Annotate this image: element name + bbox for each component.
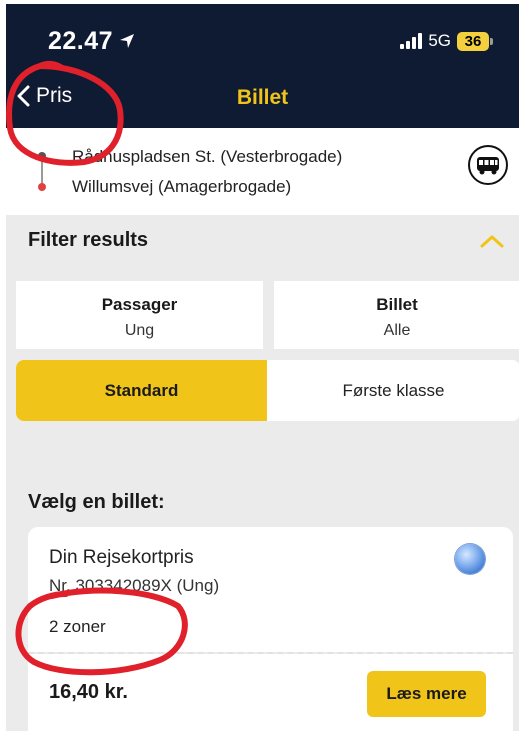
ticket-name: Din Rejsekortpris	[49, 547, 194, 568]
destination-stop: Willumsvej (Amagerbrogade)	[72, 177, 292, 196]
battery-icon: 36	[457, 31, 493, 51]
location-arrow-icon	[120, 34, 135, 48]
bus-mode-button[interactable]	[468, 145, 508, 185]
passenger-filter[interactable]: Passager Ung	[16, 281, 263, 349]
chevron-up-icon[interactable]	[480, 234, 504, 248]
destination-dot	[38, 183, 46, 191]
network-type: 5G	[428, 31, 451, 50]
choose-ticket-title: Vælg en billet:	[28, 491, 165, 513]
class-selector: Standard Første klasse	[16, 360, 519, 421]
passenger-filter-value: Ung	[124, 322, 155, 339]
radio-selected-icon[interactable]	[455, 544, 485, 574]
status-time: 22.47	[48, 27, 135, 56]
ticket-type-filter-value: Alle	[383, 322, 411, 339]
class-first-option[interactable]: Første klasse	[267, 360, 519, 421]
battery-level: 36	[457, 31, 489, 51]
origin-dot	[38, 152, 46, 160]
ticket-type-filter[interactable]: Billet Alle	[274, 281, 519, 349]
ticket-price: 16,40 kr.	[49, 681, 128, 703]
ticket-card-number: Nr. 303342089X (Ung)	[49, 576, 220, 595]
origin-stop: Rådhuspladsen St. (Vesterbrogade)	[72, 147, 343, 166]
passenger-filter-label: Passager	[101, 295, 178, 314]
signal-icon	[400, 33, 423, 49]
app-screen: 22.47 5G 36 Pris Billet Rådhuspladsen St…	[6, 4, 519, 731]
ticket-zones: 2 zoner	[49, 617, 106, 636]
filter-title: Filter results	[28, 229, 149, 251]
route-summary: Rådhuspladsen St. (Vesterbrogade) Willum…	[6, 128, 519, 215]
class-standard-option[interactable]: Standard	[16, 360, 267, 421]
app-header: 22.47 5G 36 Pris Billet	[6, 4, 519, 128]
status-indicators: 5G 36	[400, 31, 493, 51]
ticket-option[interactable]: Din Rejsekortpris Nr. 303342089X (Ung) 2…	[28, 527, 513, 652]
bus-icon	[477, 157, 499, 175]
read-more-button[interactable]: Læs mere	[367, 671, 486, 717]
page-title: Billet	[236, 86, 289, 109]
ticket-price-row: 16,40 kr. Læs mere	[28, 654, 513, 731]
status-time-text: 22.47	[48, 27, 114, 55]
ticket-type-filter-label: Billet	[376, 295, 418, 314]
